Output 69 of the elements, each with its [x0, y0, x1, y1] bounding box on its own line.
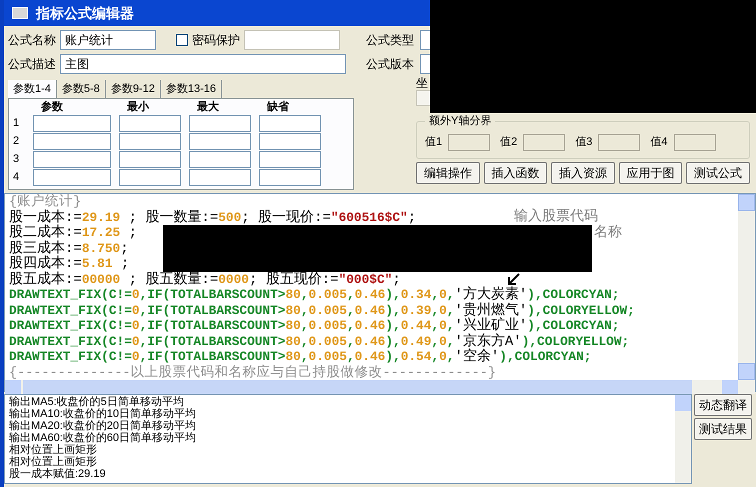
description-field[interactable]: 主图	[60, 54, 346, 74]
arrow-icon	[508, 273, 520, 285]
param-field[interactable]	[119, 169, 181, 186]
param-field[interactable]	[33, 169, 111, 186]
row-number: 4	[13, 170, 20, 186]
checkbox[interactable]	[176, 34, 188, 46]
name-field[interactable]: 账户统计	[60, 30, 156, 50]
output-line: 相对位置上画矩形	[9, 444, 98, 456]
window-title: 指标公式编辑器	[36, 4, 134, 22]
axis-field[interactable]	[416, 90, 430, 106]
output-line: 输出MA60:收盘价的60日简单移动平均	[9, 432, 198, 444]
value-field[interactable]	[598, 134, 640, 150]
output-line: 输出MA10:收盘价的10日简单移动平均	[9, 408, 198, 420]
param-field[interactable]	[119, 115, 181, 132]
output-line: 输出MA20:收盘价的20日简单移动平均	[9, 420, 198, 432]
row-number: 2	[13, 134, 20, 150]
value-field[interactable]	[674, 134, 716, 150]
field-label: 值3	[575, 134, 592, 150]
param-field[interactable]	[33, 151, 111, 168]
field-label: 公式版本	[366, 56, 414, 73]
param-field[interactable]	[33, 115, 111, 132]
param-field[interactable]	[259, 169, 321, 186]
param-field[interactable]	[189, 133, 251, 150]
param-field[interactable]	[259, 151, 321, 168]
field-label: 公式类型	[366, 32, 414, 49]
column-header: 最小	[126, 100, 150, 114]
password-field[interactable]	[244, 30, 340, 50]
field-label: 坐	[415, 76, 429, 90]
output-line: 股一成本赋值:29.19	[9, 468, 107, 480]
code-comment: 名称	[594, 225, 622, 241]
toolbar-button[interactable]: 应用于图	[618, 162, 682, 184]
field-label: 值4	[650, 134, 668, 150]
vertical-scrollbar[interactable]	[738, 194, 755, 380]
row-number: 1	[13, 116, 20, 132]
field-label: 公式描述	[8, 56, 56, 73]
row-number: 3	[13, 152, 20, 168]
param-field[interactable]	[259, 133, 321, 150]
param-field[interactable]	[259, 115, 321, 132]
window-icon	[12, 7, 28, 19]
param-field[interactable]	[189, 115, 251, 132]
toolbar-button[interactable]: 插入函数	[484, 162, 548, 184]
output-line: 输出MA5:收盘价的5日简单移动平均	[9, 396, 185, 408]
output-button[interactable]: 测试结果	[694, 418, 752, 440]
param-field[interactable]	[189, 151, 251, 168]
field-label: 值1	[425, 134, 442, 150]
param-field[interactable]	[119, 151, 181, 168]
toolbar-button[interactable]: 编辑操作	[416, 162, 480, 184]
column-header: 参数	[40, 100, 64, 114]
horizontal-scrollbar[interactable]	[5, 380, 755, 394]
checkbox-label: 密码保护	[192, 32, 240, 49]
column-header: 最大	[196, 100, 220, 114]
value-field[interactable]	[523, 134, 566, 150]
output-button[interactable]: 动态翻译	[694, 394, 752, 416]
field-label: 公式名称	[8, 32, 56, 49]
output-line: 相对位置上画矩形	[9, 456, 98, 468]
toolbar-button[interactable]: 插入资源	[551, 162, 615, 184]
tab[interactable]: 参数1-4	[8, 80, 57, 98]
param-field[interactable]	[33, 133, 111, 150]
code-comment: 输入股票代码	[514, 210, 598, 224]
toolbar-button[interactable]: 测试公式	[686, 162, 750, 184]
param-field[interactable]	[119, 133, 181, 150]
param-field[interactable]	[189, 169, 251, 186]
group-title: 额外Y轴分界	[425, 114, 496, 128]
column-header: 缺省	[266, 100, 290, 114]
vertical-scrollbar[interactable]	[675, 395, 691, 483]
version-field[interactable]	[420, 54, 430, 74]
field-label: 值2	[500, 134, 518, 150]
type-field[interactable]	[420, 30, 430, 50]
value-field[interactable]	[448, 134, 490, 150]
